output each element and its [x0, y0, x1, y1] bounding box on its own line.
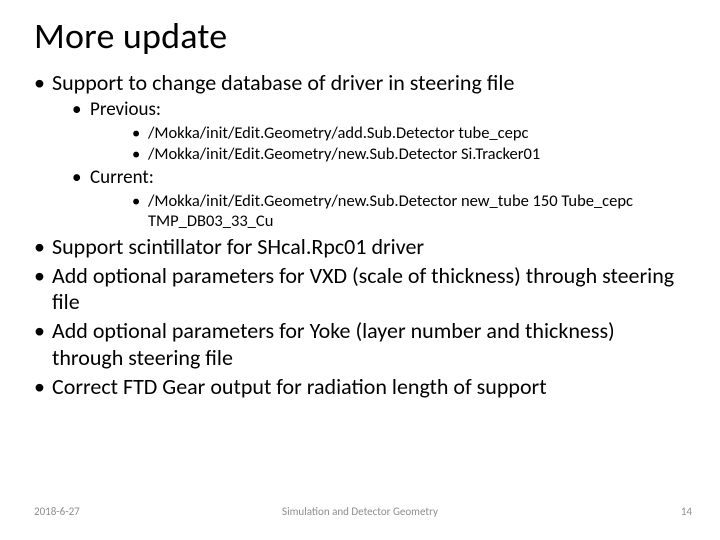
bullet-lvl1: Correct FTD Gear output for radiation le…: [34, 374, 690, 401]
bullet-lvl1: Add optional parameters for Yoke (layer …: [34, 318, 690, 372]
bullet-text: Correct FTD Gear output for radiation le…: [52, 373, 547, 400]
bullet-list-lvl1: Support to change database of driver in …: [34, 70, 690, 401]
bullet-lvl1: Support to change database of driver in …: [34, 70, 690, 232]
footer-title: Simulation and Detector Geometry: [0, 505, 720, 518]
bullet-list-lvl2: Previous: /Mokka/init/Edit.Geometry/add.…: [52, 98, 690, 232]
bullet-lvl2: Previous: /Mokka/init/Edit.Geometry/add.…: [72, 98, 690, 165]
slide: More update Support to change database o…: [0, 0, 720, 540]
bullet-lvl3: /Mokka/init/Edit.Geometry/new.Sub.Detect…: [132, 191, 690, 232]
bullet-lvl3: /Mokka/init/Edit.Geometry/new.Sub.Detect…: [132, 144, 690, 165]
bullet-list-lvl3: /Mokka/init/Edit.Geometry/add.Sub.Detect…: [90, 123, 690, 165]
bullet-lvl1: Add optional parameters for VXD (scale o…: [34, 263, 690, 317]
footer-page-number: 14: [681, 505, 692, 518]
bullet-text: Add optional parameters for VXD (scale o…: [52, 262, 674, 316]
bullet-text: Add optional parameters for Yoke (layer …: [52, 317, 615, 371]
bullet-list-lvl3: /Mokka/init/Edit.Geometry/new.Sub.Detect…: [90, 191, 690, 232]
bullet-text: /Mokka/init/Edit.Geometry/new.Sub.Detect…: [148, 144, 540, 164]
bullet-text: Current:: [90, 166, 154, 189]
bullet-text: Support to change database of driver in …: [52, 69, 514, 96]
bullet-lvl3: /Mokka/init/Edit.Geometry/add.Sub.Detect…: [132, 123, 690, 144]
bullet-text: Previous:: [90, 98, 161, 121]
bullet-text: /Mokka/init/Edit.Geometry/add.Sub.Detect…: [148, 123, 528, 143]
bullet-text: Support scintillator for SHcal.Rpc01 dri…: [52, 233, 424, 260]
slide-content: Support to change database of driver in …: [34, 70, 690, 403]
bullet-lvl1: Support scintillator for SHcal.Rpc01 dri…: [34, 234, 690, 261]
bullet-lvl2: Current: /Mokka/init/Edit.Geometry/new.S…: [72, 166, 690, 232]
slide-title: More update: [34, 14, 227, 58]
bullet-text: /Mokka/init/Edit.Geometry/new.Sub.Detect…: [148, 191, 633, 232]
